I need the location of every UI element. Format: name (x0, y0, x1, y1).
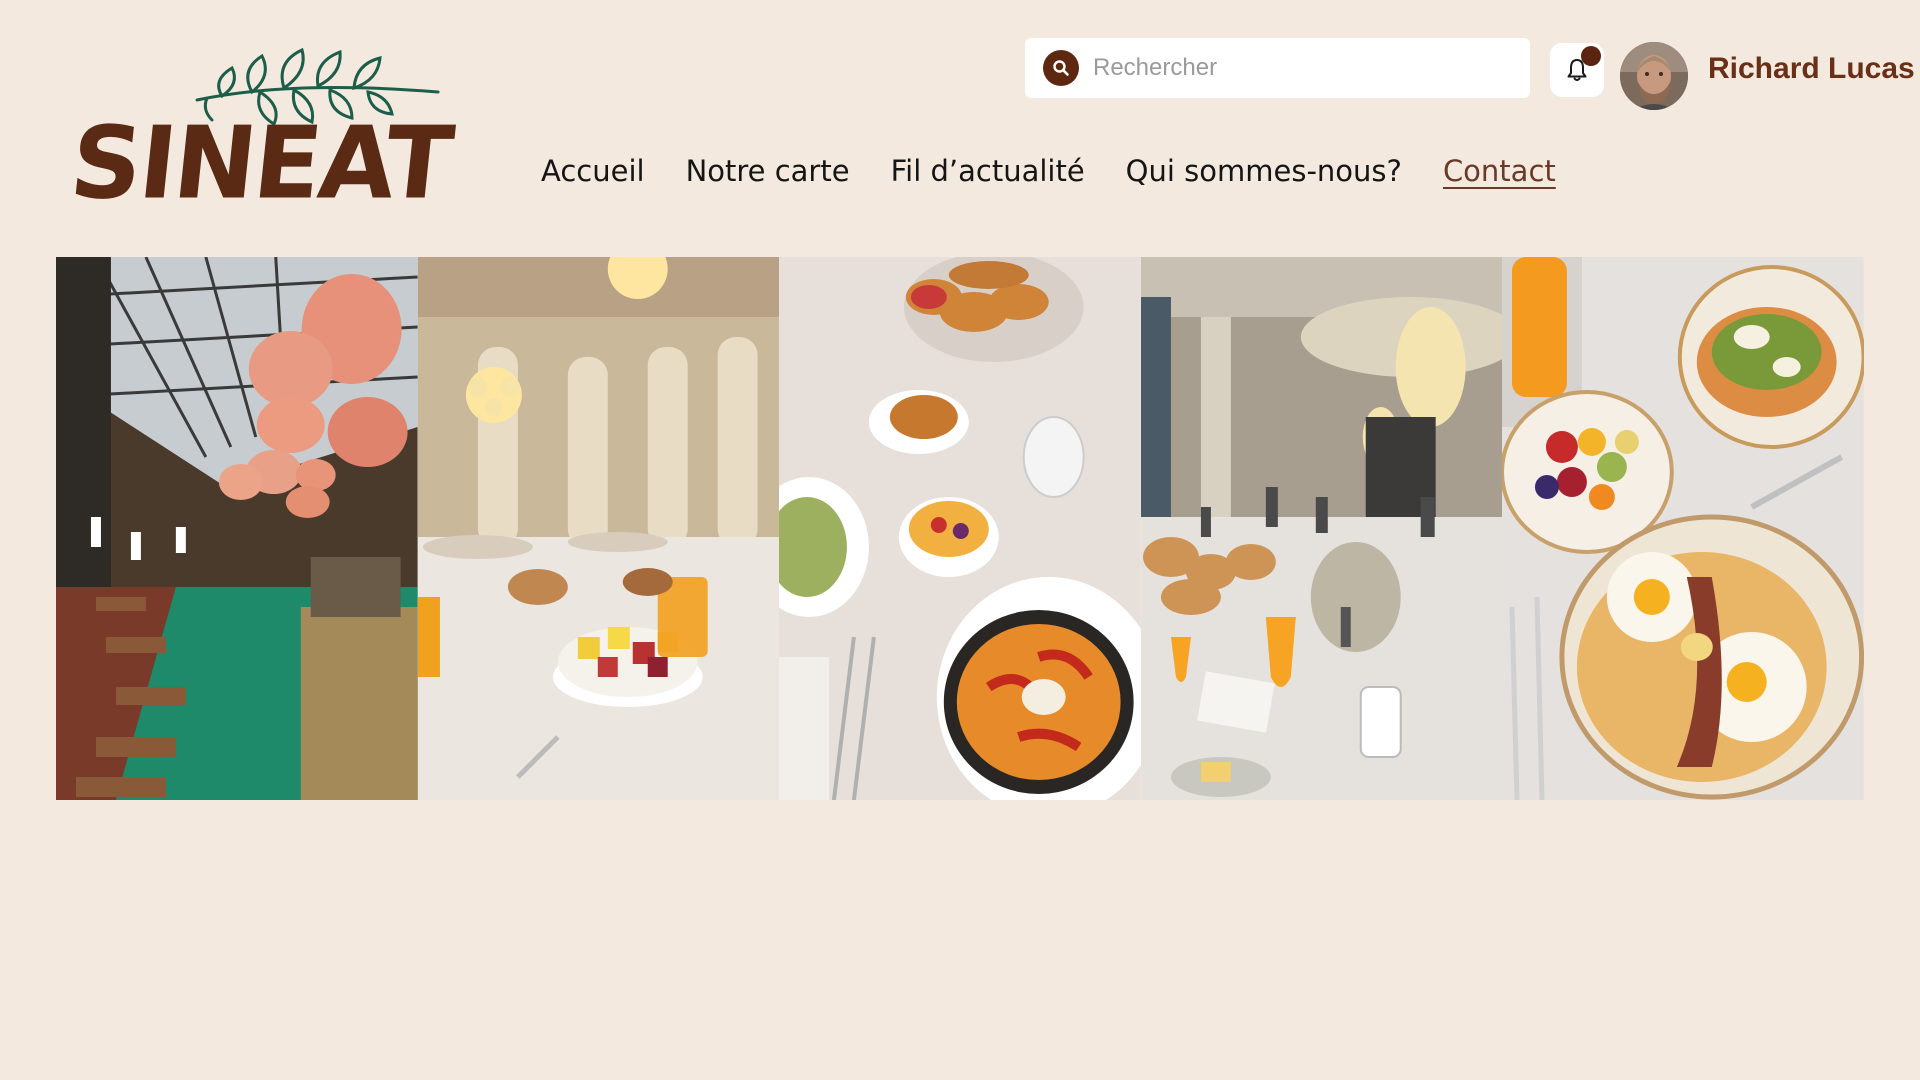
nav-item-accueil[interactable]: Accueil (541, 154, 645, 188)
eggs-avocado-toast-image (1502, 257, 1864, 800)
user-avatar-icon (1620, 42, 1688, 110)
search-bar (1025, 38, 1530, 98)
logo[interactable]: SINEAT (62, 40, 462, 222)
photo-chandelier-dining-room[interactable] (417, 257, 780, 800)
avatar[interactable] (1620, 42, 1688, 110)
grand-dining-hall-image (1140, 257, 1503, 800)
search-icon (1053, 60, 1069, 76)
photo-gallery (56, 257, 1864, 800)
nav-item-fil-actualite[interactable]: Fil d’actualité (891, 154, 1085, 188)
photo-eggs-avocado-toast[interactable] (1502, 257, 1864, 800)
photo-breakfast-table[interactable] (779, 257, 1141, 800)
search-input[interactable] (1093, 48, 1513, 88)
chandelier-dining-room-image (417, 257, 780, 800)
search-button[interactable] (1043, 50, 1079, 86)
nav-item-contact[interactable]: Contact (1443, 154, 1556, 188)
logo-text: SINEAT (65, 105, 457, 223)
photo-restaurant-interior[interactable] (56, 257, 418, 800)
nav-item-notre-carte[interactable]: Notre carte (686, 154, 850, 188)
main-nav: Accueil Notre carte Fil d’actualité Qui … (541, 154, 1556, 188)
restaurant-interior-image (56, 257, 418, 800)
breakfast-table-image (779, 257, 1141, 800)
notification-badge (1581, 46, 1601, 66)
notifications-button[interactable] (1550, 43, 1604, 97)
nav-item-qui-sommes-nous[interactable]: Qui sommes-nous? (1126, 154, 1402, 188)
photo-grand-dining-hall[interactable] (1140, 257, 1503, 800)
user-name[interactable]: Richard Lucas (1708, 52, 1915, 86)
